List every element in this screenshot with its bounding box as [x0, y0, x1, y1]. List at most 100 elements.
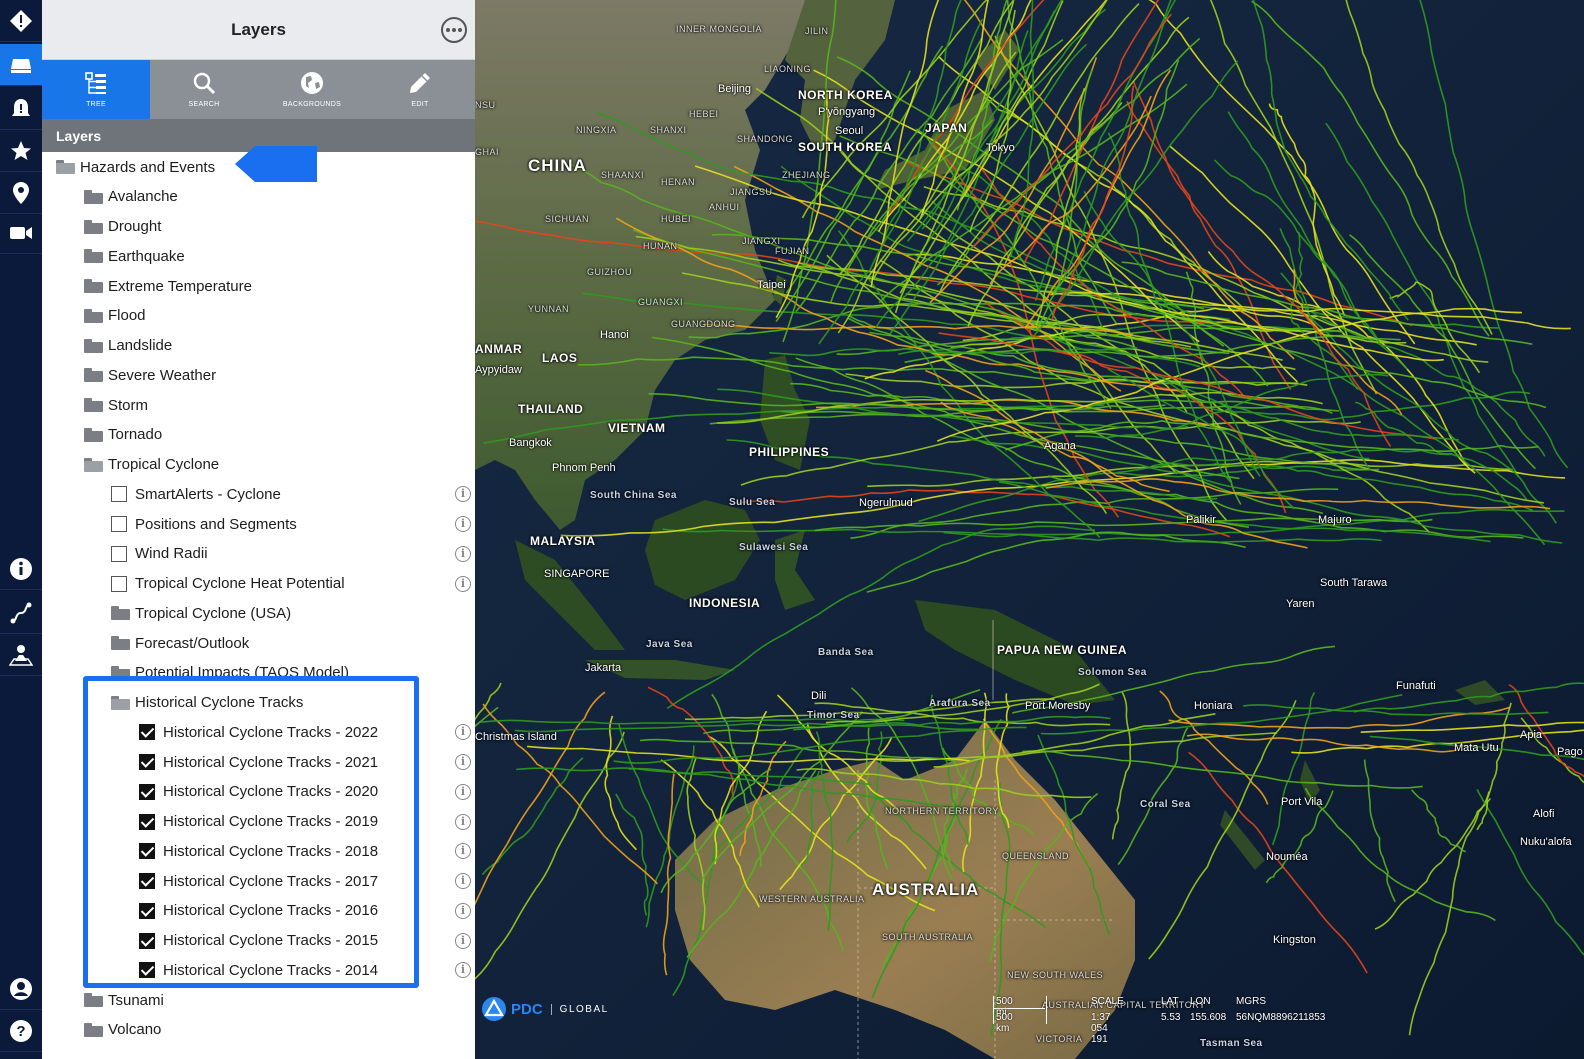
tree-item-label: Historical Cyclone Tracks - 2017 — [163, 872, 379, 890]
layer-checkbox[interactable] — [139, 813, 155, 830]
layer-item-historical-tracks[interactable]: Historical Cyclone Tracks - 2018 i — [139, 836, 475, 866]
tree-folder-earthquake[interactable]: Earthquake — [84, 241, 475, 271]
tab-search[interactable]: SEARCH — [150, 60, 258, 119]
layer-item-historical-tracks[interactable]: Historical Cyclone Tracks - 2019 i — [139, 807, 475, 837]
layer-checkbox[interactable] — [111, 486, 127, 503]
layer-checkbox[interactable] — [139, 902, 155, 919]
layer-checkbox[interactable] — [111, 575, 127, 592]
tab-tree[interactable]: TREE — [42, 60, 150, 119]
rail-button-alert-diamond[interactable] — [0, 0, 42, 42]
layers-icon — [9, 53, 33, 77]
layer-info-icon[interactable]: i — [455, 902, 471, 919]
layer-info-icon[interactable]: i — [455, 962, 471, 979]
tree-folder-avalanche[interactable]: Avalanche — [84, 182, 475, 212]
layer-checkbox[interactable] — [111, 516, 127, 532]
layer-info-icon[interactable]: i — [455, 486, 471, 503]
layer-item-historical-tracks[interactable]: Historical Cyclone Tracks - 2017 i — [139, 866, 475, 896]
layer-info-icon[interactable]: i — [455, 516, 471, 532]
tree-folder-storm[interactable]: Storm — [84, 390, 475, 420]
tree-folder-historical-cyclone-tracks[interactable]: Historical Cyclone Tracks — [111, 688, 475, 718]
alert-diamond-icon — [9, 9, 33, 33]
tree-folder-drought[interactable]: Drought — [84, 212, 475, 242]
map-label-country: SOUTH KOREA — [798, 140, 893, 154]
rail-button-route[interactable] — [0, 592, 42, 634]
tree-folder-landslide[interactable]: Landslide — [84, 331, 475, 361]
folder-icon — [84, 368, 103, 383]
map-label-sea: Solomon Sea — [1078, 667, 1147, 678]
layer-checkbox[interactable] — [139, 783, 155, 800]
tab-backgrounds[interactable]: BACKGROUNDS — [258, 60, 366, 119]
layer-item-historical-tracks[interactable]: Historical Cyclone Tracks - 2015 i — [139, 926, 475, 956]
layer-checkbox[interactable] — [139, 843, 155, 860]
tab-edit[interactable]: EDIT — [366, 60, 474, 119]
tree-item-label: Tornado — [108, 426, 163, 444]
layer-info-icon[interactable]: i — [455, 545, 471, 562]
layer-checkbox[interactable] — [139, 873, 155, 889]
layer-info-icon[interactable]: i — [455, 932, 471, 949]
layer-item-historical-tracks[interactable]: Historical Cyclone Tracks - 2022 i — [139, 717, 475, 747]
map-label-country: PAPUA NEW GUINEA — [997, 643, 1128, 657]
layer-checkbox[interactable] — [139, 724, 155, 741]
tree-item-label: Tsunami — [108, 991, 164, 1009]
map-label-city: Taipei — [757, 279, 786, 291]
user-icon — [9, 977, 33, 1001]
map-label-province: SHAANXI — [601, 170, 645, 180]
layer-checkbox[interactable] — [139, 962, 155, 979]
pdc-logo-icon — [482, 997, 506, 1021]
tree-folder-severe-weather[interactable]: Severe Weather — [84, 360, 475, 390]
tree-item-label: Historical Cyclone Tracks - 2020 — [163, 783, 379, 801]
map-label-province: JIANGXI — [742, 236, 781, 246]
rail-button-info[interactable] — [0, 548, 42, 590]
rail-button-layers[interactable] — [0, 44, 42, 86]
layer-info-icon[interactable]: i — [455, 813, 471, 830]
tree-folder-volcano[interactable]: Volcano — [84, 1015, 475, 1045]
tree-folder-tornado[interactable]: Tornado — [84, 420, 475, 450]
tree-folder-flood[interactable]: Flood — [84, 301, 475, 331]
tree-item-label: Severe Weather — [108, 366, 217, 384]
tree-folder-extreme-temperature[interactable]: Extreme Temperature — [84, 271, 475, 301]
tree-folder-potential-impacts-taos-model-[interactable]: Potential Impacts (TAOS Model) — [111, 658, 475, 688]
layer-info-icon[interactable]: i — [455, 575, 471, 592]
rail-button-star[interactable] — [0, 130, 42, 172]
layer-item-wind-radii[interactable]: Wind Radii i — [111, 539, 475, 569]
layer-item-historical-tracks[interactable]: Historical Cyclone Tracks - 2021 i — [139, 747, 475, 777]
rail-button-alarm[interactable] — [0, 88, 42, 130]
map-label-city: Ngerulmud — [859, 497, 913, 509]
rail-button-location-pin[interactable] — [0, 172, 42, 214]
layer-info-icon[interactable]: i — [455, 754, 471, 770]
layer-info-icon[interactable]: i — [455, 724, 471, 741]
tree-folder-tropical-cyclone[interactable]: Tropical Cyclone — [84, 450, 475, 480]
more-options-icon[interactable] — [441, 17, 467, 43]
layer-checkbox[interactable] — [139, 932, 155, 949]
rail-button-map-user[interactable] — [0, 634, 42, 676]
map-label-country: ANMAR — [475, 342, 523, 356]
rail-button-video-camera[interactable] — [0, 212, 42, 254]
layer-item-tropical-cyclone-heat-potential[interactable]: Tropical Cyclone Heat Potential i — [111, 569, 475, 599]
pointer-arrow-annotation — [235, 146, 317, 182]
map-label-province: INNER MONGOLIA — [676, 24, 763, 34]
layer-checkbox[interactable] — [139, 754, 155, 770]
map-user-icon — [9, 643, 33, 667]
map-label-country: JAPAN — [925, 121, 968, 135]
layer-checkbox[interactable] — [111, 545, 127, 562]
layer-item-historical-tracks[interactable]: Historical Cyclone Tracks - 2016 i — [139, 896, 475, 926]
layer-item-smartalerts-cyclone[interactable]: SmartAlerts - Cyclone i — [111, 479, 475, 509]
layer-info-icon[interactable]: i — [455, 873, 471, 889]
rail-button-user[interactable] — [0, 968, 42, 1010]
layer-item-positions-and-segments[interactable]: Positions and Segments i — [111, 509, 475, 539]
satellite-basemap — [475, 0, 1584, 1059]
tree-item-label: Historical Cyclone Tracks — [135, 694, 304, 711]
layer-info-icon[interactable]: i — [455, 843, 471, 860]
map-label-country: MALAYSIA — [530, 534, 596, 548]
layer-item-historical-tracks[interactable]: Historical Cyclone Tracks - 2020 i — [139, 777, 475, 807]
map-view[interactable]: CHINA AUSTRALIA NORTH KOREA SOUTH KOREA JAPA… — [475, 0, 1584, 1059]
layer-info-icon[interactable]: i — [455, 783, 471, 800]
lon-value: 155.608 — [1190, 1012, 1227, 1023]
rail-button-help[interactable]: ? — [0, 1010, 42, 1052]
tree-item-label: Historical Cyclone Tracks - 2022 — [163, 723, 379, 741]
tree-item-label: Volcano — [108, 1021, 162, 1039]
layer-item-historical-tracks[interactable]: Historical Cyclone Tracks - 2014 i — [139, 955, 475, 985]
tree-folder-tsunami[interactable]: Tsunami — [84, 985, 475, 1015]
tree-folder-forecast-outlook[interactable]: Forecast/Outlook — [111, 628, 475, 658]
tree-folder-tropical-cyclone-usa-[interactable]: Tropical Cyclone (USA) — [111, 598, 475, 628]
